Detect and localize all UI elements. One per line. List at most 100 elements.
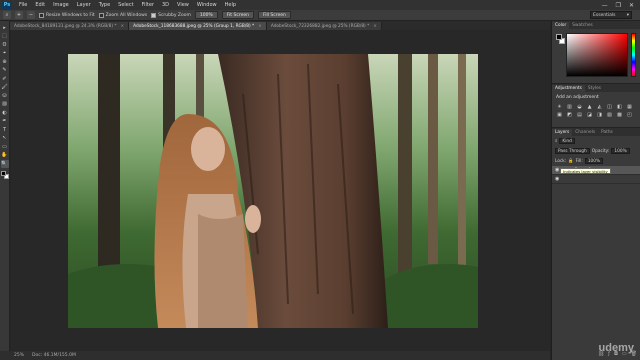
menu-edit[interactable]: Edit — [31, 2, 49, 8]
menu-filter[interactable]: Filter — [138, 2, 158, 8]
adjustments-panel-tabs: Adjustments Styles — [552, 84, 640, 92]
color-panel — [552, 29, 640, 83]
chevron-down-icon: ▾ — [626, 12, 629, 18]
window-controls: — ❐ ✕ — [602, 2, 640, 9]
zoom-out-icon[interactable]: − — [27, 11, 35, 19]
brush-tool-icon[interactable]: 🖌 — [1, 84, 9, 92]
menu-image[interactable]: Image — [49, 2, 73, 8]
crop-tool-icon[interactable]: ⊕ — [1, 58, 9, 66]
restore-icon[interactable]: ❐ — [616, 2, 621, 9]
layer-filter-row: ⌕ Kind — [552, 136, 640, 146]
lasso-tool-icon[interactable]: ʘ — [1, 41, 9, 49]
move-tool-icon[interactable]: ▸ — [1, 24, 9, 32]
menu-help[interactable]: Help — [221, 2, 240, 8]
menu-view[interactable]: View — [173, 2, 193, 8]
zoom-tool-icon[interactable]: ⌕ — [3, 11, 11, 19]
menu-select[interactable]: Select — [114, 2, 137, 8]
lock-icon[interactable]: 🔒 — [568, 159, 573, 164]
vibrance-icon[interactable]: ◭ — [596, 104, 603, 110]
menu-file[interactable]: File — [15, 2, 31, 8]
scrubby-zoom-checkbox[interactable]: Scrubby Zoom — [151, 12, 191, 18]
adjustment-icons: ☀ ▥ ◒ ▲ ◭ ◫ ◧ ▦ ▣ ◩ ▤ ◪ ◨ ▧ ▩ ◰ — [552, 103, 640, 119]
hue-saturation-icon[interactable]: ◫ — [606, 104, 613, 110]
document-image[interactable] — [68, 54, 478, 328]
checkbox-icon — [39, 12, 44, 18]
menu-layer[interactable]: Layer — [73, 2, 95, 8]
hue-slider[interactable] — [631, 33, 636, 77]
hand-tool-icon[interactable]: ✋ — [1, 152, 9, 160]
channel-mixer-icon[interactable]: ◩ — [566, 112, 573, 118]
tools-panel: ▸ ⬚ ʘ ⌖ ⊕ ✎ ✐ 🖌 ⛁ ▨ ◐ ✒ T ↖ ▭ ✋ 🔍 — [0, 21, 10, 351]
doc-tab[interactable]: AdobeStock_84189131.jpeg @ 24.3% (RGB/8)… — [10, 22, 130, 30]
invert-icon[interactable]: ◪ — [586, 112, 593, 118]
foreground-color-swatch[interactable] — [556, 34, 562, 40]
tab-adjustments[interactable]: Adjustments — [552, 85, 585, 92]
tab-paths[interactable]: Paths — [598, 129, 616, 136]
layer-kind-select[interactable]: Kind — [559, 138, 575, 144]
document-tabs: AdobeStock_84189131.jpeg @ 24.3% (RGB/8)… — [10, 21, 550, 30]
curves-icon[interactable]: ◒ — [576, 104, 583, 110]
rectangle-tool-icon[interactable]: ▭ — [1, 143, 9, 151]
tooltip: Indicates layer visibility — [560, 168, 611, 174]
healing-brush-tool-icon[interactable]: ✐ — [1, 75, 9, 83]
tab-styles[interactable]: Styles — [585, 85, 604, 92]
close-icon[interactable]: × — [258, 24, 262, 29]
path-select-tool-icon[interactable]: ↖ — [1, 135, 9, 143]
menu-bar: Ps File Edit Image Layer Type Select Fil… — [0, 0, 640, 10]
color-picker-field[interactable] — [566, 33, 628, 77]
zoom-all-windows-checkbox[interactable]: Zoom All Windows — [98, 12, 147, 18]
threshold-icon[interactable]: ▧ — [606, 112, 613, 118]
color-balance-icon[interactable]: ◧ — [616, 104, 623, 110]
color-swatches[interactable] — [0, 170, 9, 181]
eraser-tool-icon[interactable]: ▨ — [1, 101, 9, 109]
tab-channels[interactable]: Channels — [572, 129, 598, 136]
foreground-color-swatch[interactable] — [0, 170, 6, 176]
resize-windows-checkbox[interactable]: Resize Windows to Fit — [39, 12, 95, 18]
clone-stamp-tool-icon[interactable]: ⛁ — [1, 92, 9, 100]
eyedropper-tool-icon[interactable]: ✎ — [1, 67, 9, 75]
gradient-tool-icon[interactable]: ◐ — [1, 109, 9, 117]
marquee-tool-icon[interactable]: ⬚ — [1, 33, 9, 41]
quick-select-tool-icon[interactable]: ⌖ — [1, 50, 9, 58]
photo-filter-icon[interactable]: ▣ — [556, 112, 563, 118]
opacity-input[interactable]: 100% — [611, 148, 630, 154]
tab-swatches[interactable]: Swatches — [569, 22, 596, 29]
color-lookup-icon[interactable]: ▤ — [576, 112, 583, 118]
watermark-logo: udemy — [598, 342, 634, 354]
doc-tab[interactable]: AdobeStock_72326882.jpeg @ 25% (RGB/8) *… — [266, 22, 382, 30]
canvas-area[interactable] — [11, 30, 550, 351]
exposure-icon[interactable]: ▲ — [586, 104, 593, 110]
fit-screen-button[interactable]: Fit Screen — [221, 11, 254, 19]
gradient-map-icon[interactable]: ▩ — [616, 112, 623, 118]
close-icon[interactable]: ✕ — [629, 2, 634, 9]
workspace-select[interactable]: Essentials ▾ — [590, 11, 632, 19]
blend-mode-select[interactable]: Pass Through — [555, 148, 590, 154]
selective-color-icon[interactable]: ◰ — [626, 112, 633, 118]
zoom-level[interactable]: 25% — [14, 353, 24, 358]
fill-input[interactable]: 100% — [584, 158, 604, 164]
close-icon[interactable]: × — [121, 24, 125, 29]
tab-color[interactable]: Color — [552, 22, 570, 29]
posterize-icon[interactable]: ◨ — [596, 112, 603, 118]
type-tool-icon[interactable]: T — [1, 126, 9, 134]
zoom-tool-icon[interactable]: 🔍 — [0, 160, 9, 168]
fill-screen-button[interactable]: Fill Screen — [257, 11, 291, 19]
doc-tab-active[interactable]: AdobeStock_118683688.jpeg @ 25% (Group 1… — [129, 22, 267, 30]
brightness-icon[interactable]: ☀ — [556, 104, 563, 110]
levels-icon[interactable]: ▥ — [566, 104, 573, 110]
close-icon[interactable]: × — [373, 24, 377, 29]
tab-layers[interactable]: Layers — [552, 129, 573, 136]
zoom-100-button[interactable]: 100% — [194, 11, 218, 19]
menu-window[interactable]: Window — [193, 2, 221, 8]
zoom-in-icon[interactable]: + — [15, 11, 23, 19]
options-bar: ⌕ + − Resize Windows to Fit Zoom All Win… — [0, 10, 640, 21]
menu-type[interactable]: Type — [95, 2, 114, 8]
eye-icon[interactable]: ◉ — [555, 176, 560, 182]
color-panel-tabs: Color Swatches — [552, 21, 640, 29]
pen-tool-icon[interactable]: ✒ — [1, 118, 9, 126]
minimize-icon[interactable]: — — [602, 2, 608, 9]
black-white-icon[interactable]: ▦ — [626, 104, 633, 110]
status-bar: 25% Doc: 46.1M/155.0M — [0, 351, 550, 360]
layer-row[interactable]: ◉ — [552, 175, 640, 184]
menu-3d[interactable]: 3D — [158, 2, 173, 8]
